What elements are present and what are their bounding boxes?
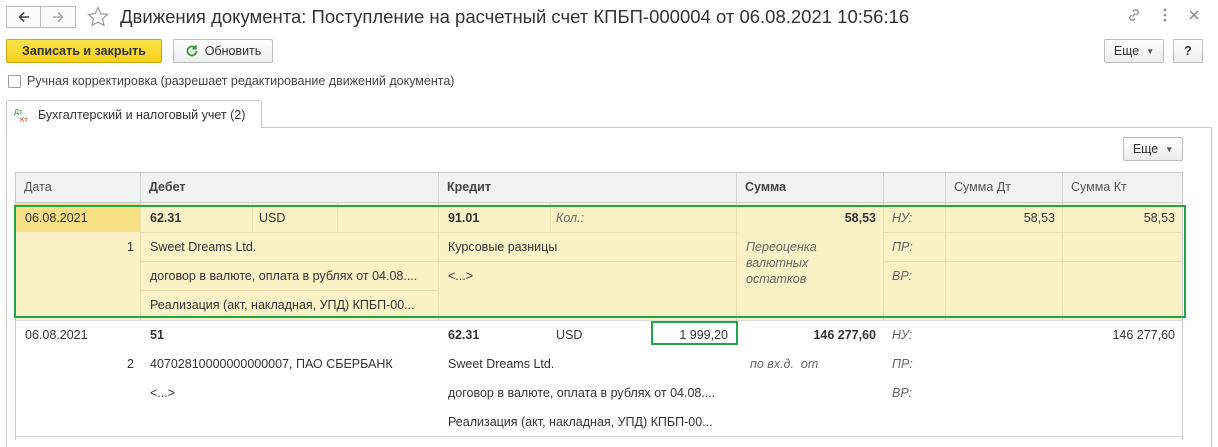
row-date: 06.08.2021 bbox=[25, 211, 88, 225]
link-button[interactable] bbox=[1126, 7, 1142, 25]
svg-text:Кт: Кт bbox=[20, 115, 28, 124]
row-number: 2 bbox=[127, 357, 134, 371]
tab-accounting-label: Бухгалтерский и налоговый учет (2) bbox=[38, 107, 246, 122]
tab-accounting[interactable]: Дт Кт Бухгалтерский и налоговый учет (2) bbox=[6, 100, 262, 128]
caret-down-icon: ▼ bbox=[1146, 46, 1155, 56]
table-more-button[interactable]: Еще ▼ bbox=[1123, 137, 1183, 161]
debit-subconto-1: Sweet Dreams Ltd. bbox=[150, 240, 257, 254]
nu-label: НУ: bbox=[892, 211, 913, 225]
row-separator bbox=[16, 436, 1182, 437]
sum-kt-nu: 58,53 bbox=[1143, 211, 1175, 225]
credit-currency-amount: 1 999,20 bbox=[679, 328, 728, 342]
posting-content: по вх.д. от bbox=[750, 357, 819, 371]
pr-label: ПР: bbox=[892, 240, 913, 254]
link-icon bbox=[1129, 9, 1139, 21]
column-sum-kt[interactable]: Сумма Кт bbox=[1063, 173, 1182, 203]
vr-label: ВР: bbox=[892, 269, 913, 283]
more-button[interactable]: Еще ▼ bbox=[1104, 39, 1164, 63]
table-more-label: Еще bbox=[1132, 142, 1159, 156]
back-button[interactable] bbox=[6, 6, 41, 28]
credit-subconto-2: <...> bbox=[448, 269, 474, 283]
caret-down-icon: ▼ bbox=[1165, 144, 1174, 154]
vertical-dots-icon bbox=[1163, 8, 1167, 22]
postings-table: Дата Дебет Кредит Сумма Сумма Дт Сумма К… bbox=[15, 172, 1183, 440]
manual-edit-label: Ручная корректировка (разрешает редактир… bbox=[27, 74, 455, 88]
credit-currency: USD bbox=[556, 328, 583, 342]
column-accounting-type bbox=[884, 173, 946, 203]
nu-label: НУ: bbox=[892, 328, 913, 342]
sum-dt-nu: 58,53 bbox=[1023, 211, 1055, 225]
column-credit[interactable]: Кредит bbox=[439, 173, 737, 203]
close-icon bbox=[1189, 10, 1199, 20]
manual-edit-checkbox[interactable] bbox=[8, 75, 21, 88]
posting-amount: 58,53 bbox=[844, 211, 876, 225]
debit-currency: USD bbox=[259, 211, 286, 225]
arrow-right-icon bbox=[53, 11, 64, 23]
credit-subconto-1: Курсовые разницы bbox=[448, 240, 558, 254]
debit-credit-icon: Дт Кт bbox=[14, 107, 28, 124]
row-number: 1 bbox=[127, 240, 134, 254]
credit-subconto-3: Реализация (акт, накладная, УПД) КПБП-00… bbox=[448, 415, 713, 429]
credit-subconto-1: Sweet Dreams Ltd. bbox=[448, 357, 555, 371]
window-title: Движения документа: Поступление на расче… bbox=[120, 6, 910, 27]
debit-subconto-1: 40702810000000000007, ПАО СБЕРБАНК bbox=[150, 357, 393, 371]
refresh-label: Обновить bbox=[204, 44, 262, 58]
more-actions-button[interactable] bbox=[1157, 7, 1173, 25]
vr-label: ВР: bbox=[892, 386, 913, 400]
sum-kt-nu: 146 277,60 bbox=[1112, 328, 1175, 342]
column-debit[interactable]: Дебет bbox=[141, 173, 439, 203]
debit-subconto-2: договор в валюте, оплата в рублях от 04.… bbox=[150, 269, 418, 283]
arrow-left-icon bbox=[17, 11, 29, 23]
column-date[interactable]: Дата bbox=[16, 173, 141, 203]
row-separator bbox=[16, 320, 1182, 321]
credit-subconto-2: договор в валюте, оплата в рублях от 04.… bbox=[448, 386, 716, 400]
refresh-button[interactable]: Обновить bbox=[173, 39, 273, 63]
column-amount[interactable]: Сумма bbox=[737, 173, 884, 203]
posting-amount: 146 277,60 bbox=[813, 328, 876, 342]
column-sum-dt[interactable]: Сумма Дт bbox=[946, 173, 1063, 203]
posting-content: Переоценка валютных остатков bbox=[746, 240, 817, 286]
credit-account: 91.01 bbox=[448, 211, 480, 225]
close-button[interactable] bbox=[1186, 7, 1202, 25]
table-header: Дата Дебет Кредит Сумма Сумма Дт Сумма К… bbox=[16, 173, 1182, 203]
help-button[interactable]: ? bbox=[1173, 39, 1203, 63]
debit-subconto-3: Реализация (акт, накладная, УПД) КПБП-00… bbox=[150, 298, 415, 312]
star-icon[interactable] bbox=[86, 5, 110, 29]
save-and-close-button[interactable]: Записать и закрыть bbox=[6, 39, 162, 63]
credit-qty-label: Кол.: bbox=[556, 211, 585, 225]
debit-account: 62.31 bbox=[150, 211, 182, 225]
more-label: Еще bbox=[1113, 44, 1140, 58]
forward-button[interactable] bbox=[41, 6, 76, 28]
debit-account: 51 bbox=[150, 328, 164, 342]
debit-subconto-2: <...> bbox=[150, 386, 176, 400]
refresh-icon bbox=[186, 45, 198, 57]
navigation-buttons bbox=[6, 6, 76, 28]
pr-label: ПР: bbox=[892, 357, 913, 371]
credit-account: 62.31 bbox=[448, 328, 480, 342]
row-date: 06.08.2021 bbox=[25, 328, 88, 342]
